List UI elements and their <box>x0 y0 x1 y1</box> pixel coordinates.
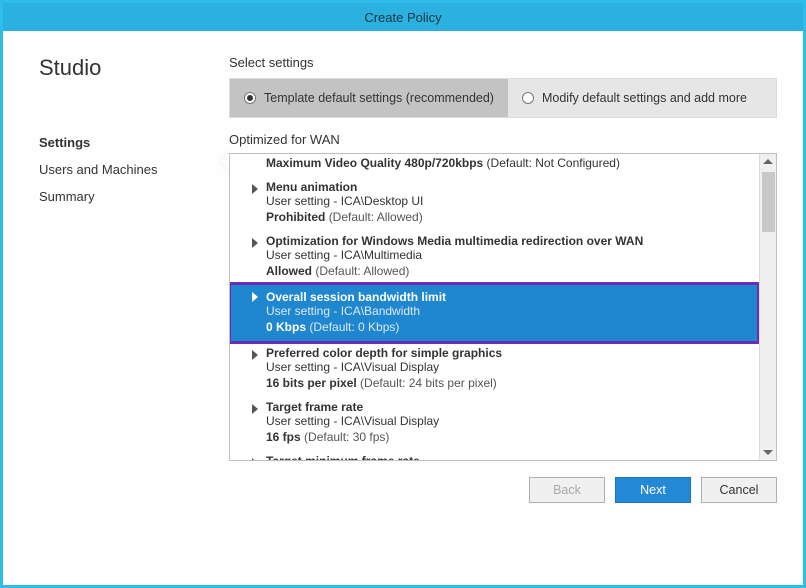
chevron-right-icon <box>252 292 258 302</box>
next-button[interactable]: Next <box>615 477 691 503</box>
settings-list: Maximum Video Quality 480p/720kbps (Defa… <box>229 153 777 461</box>
setting-title: Menu animation <box>266 180 357 194</box>
dialog-footer: Back Next Cancel <box>229 461 777 503</box>
radio-circle-icon <box>522 92 534 104</box>
settings-scroll-viewport: Maximum Video Quality 480p/720kbps (Defa… <box>230 154 776 460</box>
content-area: Studio Settings Users and Machines Summa… <box>3 31 803 585</box>
setting-title: Target minimum frame rate <box>266 454 420 460</box>
scroll-thumb[interactable] <box>762 172 775 232</box>
sidebar-item-settings[interactable]: Settings <box>39 129 209 156</box>
select-settings-label: Select settings <box>229 55 777 70</box>
window-title: Create Policy <box>364 10 441 25</box>
setting-value: 16 bits per pixel <box>266 376 357 390</box>
setting-title: Optimization for Windows Media multimedi… <box>266 234 643 248</box>
setting-row-overall-bandwidth[interactable]: Overall session bandwidth limit User set… <box>230 284 758 342</box>
chevron-right-icon <box>252 184 258 194</box>
chevron-right-icon <box>252 238 258 248</box>
setting-row-target-min-frame-rate[interactable]: Target minimum frame rate User setting -… <box>230 450 758 460</box>
radio-template-default[interactable]: Template default settings (recommended) <box>230 79 508 117</box>
main-panel: Select settings Template default setting… <box>229 55 777 567</box>
setting-row-menu-animation[interactable]: Menu animation User setting - ICA\Deskto… <box>230 176 758 230</box>
setting-meta: User setting - ICA\Visual Display <box>266 414 758 428</box>
setting-value: Prohibited <box>266 210 325 224</box>
title-bar: Create Policy <box>3 3 803 31</box>
setting-row-preferred-color-depth[interactable]: Preferred color depth for simple graphic… <box>230 342 758 396</box>
chevron-right-icon <box>252 458 258 460</box>
cancel-button[interactable]: Cancel <box>701 477 777 503</box>
radio-modify-default[interactable]: Modify default settings and add more <box>508 79 761 117</box>
setting-default: (Default: Allowed) <box>315 264 409 278</box>
setting-title: Maximum Video Quality 480p/720kbps <box>266 156 483 170</box>
sidebar-title: Studio <box>39 55 209 81</box>
setting-row-wm-optimization[interactable]: Optimization for Windows Media multimedi… <box>230 230 758 284</box>
radio-circle-icon <box>244 92 256 104</box>
setting-default: (Default: 30 fps) <box>304 430 389 444</box>
dialog-window: Create Policy Studio Settings Users and … <box>0 0 806 588</box>
setting-default: (Default: 0 Kbps) <box>309 320 399 334</box>
optimized-for-wan-label: Optimized for WAN <box>229 132 777 147</box>
setting-row-max-video-quality[interactable]: Maximum Video Quality 480p/720kbps (Defa… <box>230 154 758 176</box>
setting-value: 16 fps <box>266 430 301 444</box>
sidebar-item-users-and-machines[interactable]: Users and Machines <box>39 156 209 183</box>
radio-modify-label: Modify default settings and add more <box>542 91 747 105</box>
setting-meta: User setting - ICA\Desktop UI <box>266 194 758 208</box>
setting-value: Allowed <box>266 264 312 278</box>
setting-meta: User setting - ICA\Visual Display <box>266 360 758 374</box>
setting-title: Overall session bandwidth limit <box>266 290 446 304</box>
setting-row-target-frame-rate[interactable]: Target frame rate User setting - ICA\Vis… <box>230 396 758 450</box>
settings-mode-radio-group: Template default settings (recommended) … <box>229 78 777 118</box>
radio-template-label: Template default settings (recommended) <box>264 91 494 105</box>
scrollbar[interactable] <box>759 154 776 460</box>
setting-title: Target frame rate <box>266 400 363 414</box>
sidebar: Studio Settings Users and Machines Summa… <box>39 55 209 567</box>
setting-value: 0 Kbps <box>266 320 306 334</box>
setting-title: Preferred color depth for simple graphic… <box>266 346 502 360</box>
setting-default: (Default: Allowed) <box>329 210 423 224</box>
chevron-right-icon <box>252 350 258 360</box>
setting-default: (Default: 24 bits per pixel) <box>360 376 497 390</box>
setting-meta: User setting - ICA\Multimedia <box>266 248 758 262</box>
scroll-up-icon[interactable] <box>763 159 773 164</box>
sidebar-item-summary[interactable]: Summary <box>39 183 209 210</box>
setting-meta: User setting - ICA\Bandwidth <box>266 304 758 318</box>
scroll-down-icon[interactable] <box>763 450 773 455</box>
chevron-right-icon <box>252 404 258 414</box>
setting-default: (Default: Not Configured) <box>487 156 620 170</box>
back-button[interactable]: Back <box>529 477 605 503</box>
